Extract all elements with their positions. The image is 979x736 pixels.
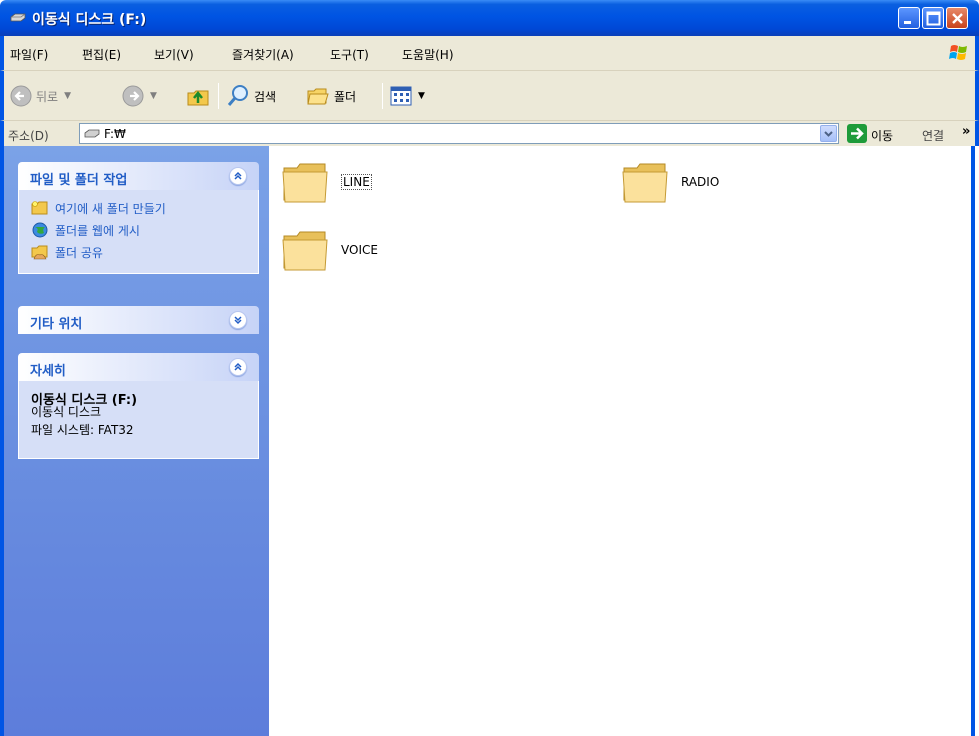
panel-title: 자세히 [30,364,66,379]
links-label[interactable]: 연결 [922,127,944,144]
minimize-button[interactable] [898,7,920,29]
folder-icon [282,231,328,271]
panel-body: 이동식 디스크 (F:) 이동식 디스크 파일 시스템: FAT32 [18,381,259,459]
search-button[interactable]: 검색 [226,71,276,121]
task-label: 폴더 공유 [55,245,103,260]
address-label: 주소(D) [8,129,49,143]
menu-edit[interactable]: 편집(E) [82,46,121,63]
chevron-down-icon [824,131,833,137]
address-bar: 주소(D) F:₩ 이동 연결 » [0,120,979,146]
removable-drive-icon [10,13,26,22]
window-title: 이동식 디스크 (F:) [32,12,147,28]
dropdown-arrow-icon: ▼ [64,91,72,101]
collapse-button[interactable] [229,167,247,185]
menu-view[interactable]: 보기(V) [154,46,194,63]
panel-title: 기타 위치 [30,317,83,332]
folder-voice[interactable]: VOICE [281,220,378,280]
new-folder-icon [31,201,48,215]
close-icon [952,13,963,24]
task-publish-web[interactable]: 폴더를 웹에 게시 [31,220,140,240]
task-share-folder[interactable]: 폴더 공유 [31,242,103,262]
panel-header[interactable]: 기타 위치 [18,306,259,334]
dropdown-arrow-icon: ▼ [418,91,425,101]
folders-label: 폴더 [334,89,357,104]
back-label: 뒤로 [36,89,59,104]
search-label: 검색 [254,89,277,104]
windows-logo-icon [949,45,967,60]
address-dropdown-button[interactable] [820,125,837,142]
menu-favorites[interactable]: 즐겨찾기(A) [232,46,294,63]
chevron-up-double-icon [234,171,242,180]
folders-icon [307,88,329,105]
address-value: F:₩ [104,127,126,141]
close-button[interactable] [946,7,968,29]
task-label: 여기에 새 폴더 만들기 [55,201,166,216]
back-arrow-icon [10,85,32,107]
menu-file[interactable]: 파일(F) [10,46,48,63]
menu-tools[interactable]: 도구(T) [330,46,369,63]
views-button[interactable]: ▼ [390,71,425,121]
chevron-up-double-icon [234,362,242,371]
back-button[interactable]: 뒤로 ▼ [10,71,71,121]
task-new-folder[interactable]: 여기에 새 폴더 만들기 [31,198,166,218]
go-button[interactable] [847,124,867,143]
forward-arrow-icon [122,85,144,107]
folder-icon [622,163,668,203]
task-pane: 파일 및 폴더 작업 여기에 새 폴더 만들기 폴더를 웹에 게시 폴더 공유 … [0,146,269,736]
dropdown-arrow-icon: ▼ [150,91,157,101]
folder-name: LINE [341,174,372,190]
shared-folder-icon [31,245,48,260]
collapse-button[interactable] [229,358,247,376]
panel-body: 여기에 새 폴더 만들기 폴더를 웹에 게시 폴더 공유 [18,190,259,274]
maximize-icon [926,11,941,26]
detail-drive-type: 이동식 디스크 [31,405,102,419]
removable-drive-icon [84,129,100,138]
folder-name: VOICE [341,243,378,257]
globe-icon [32,222,48,238]
toolbar-separator [382,83,383,109]
chevron-right-icon[interactable]: » [962,124,970,139]
go-label[interactable]: 이동 [871,127,893,144]
title-bar[interactable]: 이동식 디스크 (F:) [0,0,979,36]
folder-up-icon [187,90,209,106]
menu-help[interactable]: 도움말(H) [402,46,454,63]
file-list-view[interactable]: LINE RADIO VOICE [269,146,975,736]
folders-button[interactable]: 폴더 [306,71,356,121]
views-icon [390,86,412,106]
details-panel: 자세히 이동식 디스크 (F:) 이동식 디스크 파일 시스템: FAT32 [18,353,259,459]
panel-header[interactable]: 자세히 [18,353,259,381]
forward-button[interactable]: ▼ [122,71,157,121]
folder-radio[interactable]: RADIO [621,152,719,212]
menu-bar: 파일(F) 편집(E) 보기(V) 즐겨찾기(A) 도구(T) 도움말(H) [0,36,979,70]
folder-line[interactable]: LINE [281,152,372,212]
folder-icon [282,163,328,203]
chevron-down-double-icon [234,316,242,325]
address-input[interactable]: F:₩ [79,123,839,144]
maximize-button[interactable] [922,7,944,29]
other-places-panel: 기타 위치 [18,306,259,334]
search-icon [227,85,248,106]
panel-header[interactable]: 파일 및 폴더 작업 [18,162,259,190]
toolbar-separator [218,83,219,109]
folder-name: RADIO [681,175,720,189]
expand-button[interactable] [229,311,247,329]
panel-title: 파일 및 폴더 작업 [30,173,128,188]
standard-toolbar: 뒤로 ▼ ▼ 검색 폴더 ▼ [0,70,979,120]
file-folder-tasks-panel: 파일 및 폴더 작업 여기에 새 폴더 만들기 폴더를 웹에 게시 폴더 공유 [18,162,259,274]
up-folder-button[interactable] [186,71,210,121]
task-label: 폴더를 웹에 게시 [55,223,140,238]
minimize-icon [904,21,911,24]
go-arrow-icon [851,127,864,140]
detail-filesystem: 파일 시스템: FAT32 [31,423,134,437]
